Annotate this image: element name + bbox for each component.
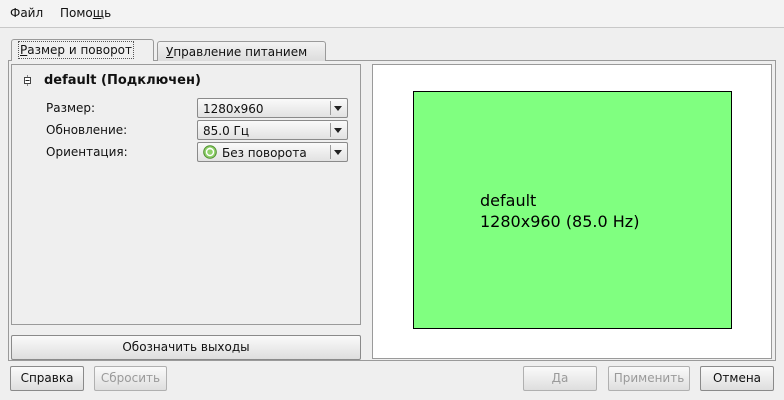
- orientation-label: Ориентация:: [46, 145, 128, 159]
- menu-help[interactable]: Помощь: [60, 6, 111, 20]
- tab-power-management[interactable]: Управление питанием: [157, 41, 326, 61]
- chevron-down-icon: [334, 150, 342, 155]
- tab-size-rotation[interactable]: Размер и поворот: [11, 39, 154, 61]
- monitor-rectangle[interactable]: [413, 91, 732, 329]
- collapse-icon[interactable]: [24, 75, 31, 86]
- combo-separator: [330, 123, 331, 137]
- orientation-combo[interactable]: Без поворота: [197, 142, 348, 162]
- size-combo[interactable]: 1280x960: [197, 98, 348, 118]
- tab-size-rotation-text: азмер и поворот: [27, 43, 133, 57]
- menu-help-prefix: Помо: [60, 6, 93, 20]
- menu-file[interactable]: Файл: [10, 6, 43, 20]
- tab-size-rotation-label: Размер и поворот: [17, 41, 135, 59]
- rotation-icon: [203, 145, 217, 159]
- output-title: default (Подключен): [44, 73, 201, 88]
- orientation-value: Без поворота: [222, 146, 307, 160]
- tab-power-management-label: Управление питанием: [166, 45, 307, 59]
- monitor-mode: 1280x960 (85.0 Hz): [480, 212, 640, 231]
- chevron-down-icon: [334, 106, 342, 111]
- chevron-down-icon: [334, 128, 342, 133]
- size-label: Размер:: [46, 101, 96, 115]
- menu-bar: Файл Помощь: [0, 0, 784, 28]
- size-value: 1280x960: [203, 102, 264, 116]
- refresh-value: 85.0 Гц: [203, 124, 250, 138]
- combo-separator: [330, 145, 331, 159]
- reset-button[interactable]: Сбросить: [94, 366, 167, 391]
- combo-separator: [330, 101, 331, 115]
- identify-outputs-button[interactable]: Обозначить выходы: [11, 335, 361, 360]
- apply-button[interactable]: Применить: [608, 366, 690, 391]
- menu-help-underline: щ: [92, 6, 105, 20]
- monitor-name: default: [480, 191, 537, 210]
- refresh-label: Обновление:: [46, 123, 128, 137]
- tab-power-management-text: правление питанием: [173, 45, 308, 59]
- menu-help-suffix: ь: [104, 6, 112, 20]
- refresh-combo[interactable]: 85.0 Гц: [197, 120, 348, 140]
- help-button[interactable]: Справка: [10, 366, 84, 391]
- cancel-button[interactable]: Отмена: [700, 366, 774, 391]
- ok-button[interactable]: Да: [523, 366, 597, 391]
